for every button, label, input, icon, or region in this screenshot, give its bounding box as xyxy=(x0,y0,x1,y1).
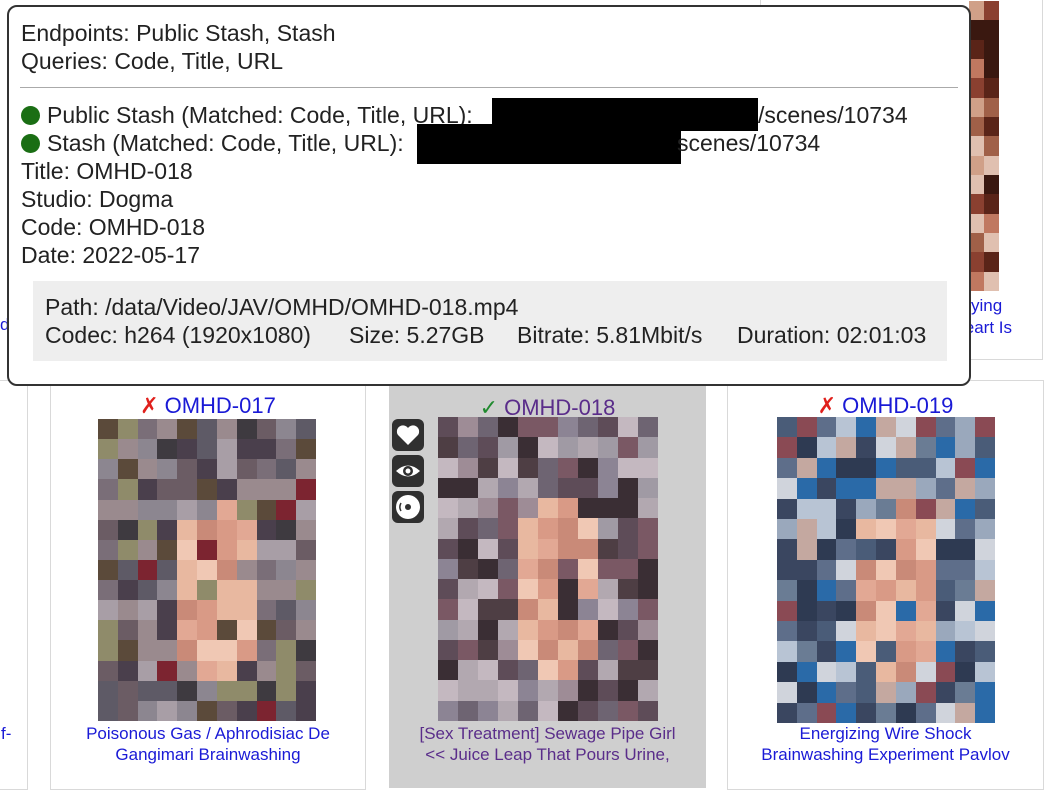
scene-card-omhd-018[interactable]: ✓ OMHD-018 [Sex Treatment] Sewage Pipe Gi… xyxy=(389,386,706,788)
scene-card-omhd-019[interactable]: ✗ OMHD-019 Energizing Wire Shock Brainwas… xyxy=(727,380,1044,790)
file-duration-text: Duration: 02:01:03 xyxy=(737,322,927,348)
scene-description-line-2[interactable]: << Juice Leap That Pours Urine, xyxy=(390,744,705,765)
match-status-dot xyxy=(21,106,40,125)
redaction-block xyxy=(417,124,681,164)
match-status-dot xyxy=(21,134,40,153)
file-bitrate-text: Bitrate: 5.81Mbit/s xyxy=(517,322,703,348)
match-stash[interactable]: Stash (Matched: Code, Title, URL): xyxy=(21,129,404,157)
scene-description-line-1[interactable]: Energizing Wire Shock xyxy=(728,723,1043,744)
endpoints-text: Endpoints: Public Stash, Stash xyxy=(21,20,336,46)
view-eye-icon[interactable] xyxy=(392,455,424,487)
scene-title-text: Title: OMHD-018 xyxy=(21,158,193,184)
scene-card-partial-left[interactable]: f- xyxy=(0,380,28,790)
file-info-panel: Path: /data/Video/JAV/OMHD/OMHD-018.mp4 … xyxy=(33,281,947,361)
scene-code-link[interactable]: ✗ OMHD-019 xyxy=(728,393,1043,419)
match-url-suffix[interactable]: scenes/10734 xyxy=(677,129,820,157)
scene-description-line-1[interactable]: Poisonous Gas / Aphrodisiac De xyxy=(51,723,365,744)
scene-card-omhd-017[interactable]: ✗ OMHD-017 Poisonous Gas / Aphrodisiac De… xyxy=(50,380,366,790)
scene-thumbnail[interactable] xyxy=(969,1,999,291)
file-path-text: Path: /data/Video/JAV/OMHD/OMHD-018.mp4 xyxy=(45,294,519,320)
favorite-heart-icon[interactable] xyxy=(392,419,424,451)
scene-thumbnail[interactable] xyxy=(438,417,658,721)
scene-description-line-1[interactable]: [Sex Treatment] Sewage Pipe Girl xyxy=(390,723,705,744)
match-url-suffix[interactable]: /scenes/10734 xyxy=(758,101,908,129)
scene-thumbnail[interactable] xyxy=(777,417,995,723)
scene-description-line-2[interactable]: Brainwashing Experiment Pavlov xyxy=(728,744,1043,765)
file-codec-text: Codec: h264 (1920x1080) xyxy=(45,322,311,348)
scene-description-fragment[interactable]: f- xyxy=(1,723,11,744)
scene-studio-text: Studio: Dogma xyxy=(21,186,174,212)
disc-icon[interactable] xyxy=(392,491,424,523)
scene-code-link[interactable]: ✗ OMHD-017 xyxy=(51,393,365,419)
scene-description-line-2[interactable]: Gangimari Brainwashing xyxy=(51,744,365,765)
match-public-stash[interactable]: Public Stash (Matched: Code, Title, URL)… xyxy=(21,101,473,129)
divider xyxy=(20,87,958,88)
scene-thumbnail[interactable] xyxy=(98,419,316,721)
scene-code-text: Code: OMHD-018 xyxy=(21,214,206,240)
not-found-x-icon: ✗ xyxy=(817,393,837,418)
file-size-text: Size: 5.27GB xyxy=(349,322,485,348)
scene-date-text: Date: 2022-05-17 xyxy=(21,242,201,268)
queries-text: Queries: Code, Title, URL xyxy=(21,48,284,74)
scene-description-fragment[interactable]: ying xyxy=(971,295,1002,316)
scene-match-popover: Endpoints: Public Stash, Stash Queries: … xyxy=(7,5,971,386)
not-found-x-icon: ✗ xyxy=(140,393,159,418)
